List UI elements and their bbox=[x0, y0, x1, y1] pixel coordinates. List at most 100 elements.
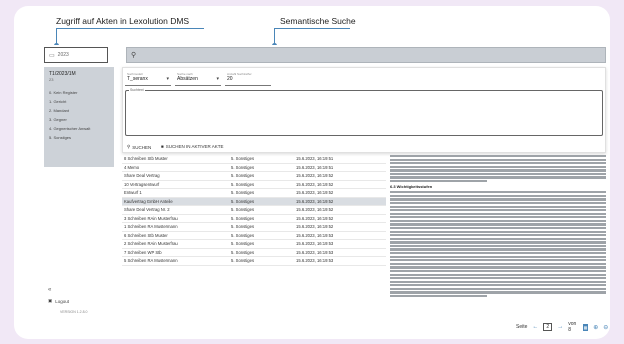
row-register: 5. Sonstiges bbox=[231, 241, 255, 247]
row-register: 5. Sonstiges bbox=[231, 198, 255, 204]
app-window: ▭ 2023 ⚲ ⚲ T1/2023/1M 23 0. Kein Registe… bbox=[34, 45, 610, 333]
chevron-down-icon: ▾ bbox=[216, 76, 219, 82]
text-line bbox=[390, 259, 606, 262]
table-row[interactable]: Entwurf 1 5. Sonstiges 15.6.2023, 16:19:52 bbox=[122, 189, 386, 198]
sidebar-item-none[interactable]: 0. Kein Register bbox=[49, 88, 109, 97]
file-selector[interactable]: ▭ 2023 bbox=[44, 47, 108, 63]
search-button-label: SUCHEN bbox=[132, 144, 152, 150]
grid-view-icon[interactable]: ▦ bbox=[582, 323, 589, 331]
table-row[interactable]: 3 Schreiben RAin Musterfrau 5. Sonstiges 1… bbox=[122, 215, 386, 223]
row-register: 5. Sonstiges bbox=[231, 249, 255, 255]
row-date: 15.6.2023, 16:19:53 bbox=[296, 232, 334, 238]
table-row[interactable]: 7 Schreiben WP Stb 5. Sonstiges 15.6.2023,… bbox=[122, 249, 386, 257]
text-line bbox=[390, 234, 606, 237]
text-line bbox=[390, 176, 606, 179]
document-table: 8 Schreiben Stb Muster 5. Sonstiges 15.6.2… bbox=[122, 155, 386, 266]
arrow-left-icon[interactable]: ← bbox=[532, 324, 538, 330]
file-selector-value: 2023 bbox=[57, 52, 69, 58]
annotation-semantic-search: Semantische Suche bbox=[280, 16, 356, 26]
table-row[interactable]: 10 Vertragsentwurf 5. Sonstiges 15.6.2023,… bbox=[122, 181, 386, 189]
search-active-file-label: SUCHEN IN AKTIVER AKTE bbox=[165, 144, 224, 149]
page-input[interactable]: 2 bbox=[543, 323, 553, 331]
row-title: Entwurf 1 bbox=[124, 190, 142, 196]
row-title: Share Deal Vertrag Nr. 2 bbox=[124, 207, 170, 213]
text-line bbox=[390, 280, 606, 283]
table-row[interactable]: Kaufvertrag GmbH Anteile 5. Sonstiges 15.6… bbox=[122, 197, 386, 206]
table-row[interactable]: 8 Schreiben Stb Muster 5. Sonstiges 15.6.2… bbox=[122, 155, 386, 164]
hit-count-value: 20 bbox=[227, 76, 233, 82]
row-register: 5. Sonstiges bbox=[231, 224, 255, 230]
sidebar-item-misc[interactable]: 5. Sonstiges bbox=[49, 133, 109, 142]
semantic-search-bar[interactable]: ⚲ bbox=[126, 47, 606, 63]
row-title: Share Deal Vertrag bbox=[124, 173, 160, 179]
version-label: VERSION 1.2.8.0 bbox=[60, 310, 88, 314]
search-active-file-button[interactable]: ■ SUCHEN IN AKTIVER AKTE bbox=[161, 144, 223, 149]
sidebar-footer: « ▣ Logout VERSION 1.2.8.0 bbox=[44, 287, 114, 314]
zoom-in-icon[interactable]: ⊕ bbox=[593, 324, 598, 331]
text-line bbox=[390, 205, 606, 208]
row-register: 5. Sonstiges bbox=[231, 207, 255, 213]
logout-icon: ▣ bbox=[48, 298, 53, 303]
table-row[interactable]: Share Deal Vertrag 5. Sonstiges 15.6.2023,… bbox=[122, 172, 386, 181]
row-date: 15.6.2023, 16:19:52 bbox=[296, 190, 334, 196]
annotation-stem-left bbox=[56, 28, 57, 44]
file-icon: ■ bbox=[161, 144, 164, 149]
text-line bbox=[390, 219, 606, 223]
main-content: Suchmodell T_seranx ▾ Suche nach Absätze… bbox=[120, 67, 610, 333]
text-line bbox=[390, 212, 606, 215]
text-line bbox=[390, 291, 606, 294]
row-register: 5. Sonstiges bbox=[231, 164, 255, 170]
sidebar-item-opponent[interactable]: 3. Gegner bbox=[49, 115, 109, 124]
text-line bbox=[390, 230, 606, 233]
search-by-select[interactable]: Suche nach Absätzen ▾ bbox=[175, 72, 221, 86]
table-row[interactable]: 2 Schreiben RAin Musterfrau 5. Sonstiges 1… bbox=[122, 240, 386, 249]
annotation-underline-right bbox=[274, 28, 350, 29]
search-by-select-value: Absätzen bbox=[177, 76, 198, 82]
search-icon: ⚲ bbox=[127, 144, 131, 149]
row-register: 5. Sonstiges bbox=[231, 215, 255, 221]
sidebar-item-court[interactable]: 1. Gericht bbox=[49, 97, 109, 106]
text-line bbox=[390, 223, 606, 226]
row-date: 15.6.2023, 16:19:52 bbox=[296, 198, 334, 204]
row-title: 3 Schreiben RAin Musterfrau bbox=[124, 215, 178, 221]
search-panel: Suchmodell T_seranx ▾ Suche nach Absätze… bbox=[122, 67, 606, 153]
table-row[interactable]: 5 Schreiben RA Mustermann 5. Sonstiges 15.… bbox=[122, 257, 386, 266]
row-date: 15.6.2023, 16:19:52 bbox=[296, 215, 334, 221]
row-date: 15.6.2023, 16:19:53 bbox=[296, 241, 334, 247]
row-title: 2 Schreiben RAin Musterfrau bbox=[124, 241, 178, 247]
collapse-icon[interactable]: « bbox=[48, 287, 114, 293]
text-line bbox=[390, 284, 606, 287]
table-row[interactable]: 1 Schreiben RA Mustermann 5. Sonstiges 15.… bbox=[122, 223, 386, 232]
text-line bbox=[390, 165, 606, 168]
model-select[interactable]: Suchmodell T_seranx ▾ bbox=[125, 72, 171, 86]
text-line bbox=[390, 194, 606, 197]
row-register: 5. Sonstiges bbox=[231, 181, 255, 187]
search-button[interactable]: ⚲ SUCHEN bbox=[127, 144, 151, 150]
text-line bbox=[390, 172, 606, 176]
text-line bbox=[390, 266, 606, 269]
top-bar: ▭ 2023 ⚲ ⚲ bbox=[34, 47, 610, 64]
text-line bbox=[390, 169, 606, 172]
table-row[interactable]: 4 Memo 5. Sonstiges 15.6.2023, 16:19:51 bbox=[122, 164, 386, 172]
frame: Zugriff auf Akten in Lexolution DMS Sema… bbox=[14, 6, 610, 339]
text-line bbox=[390, 201, 606, 205]
text-line bbox=[390, 252, 606, 255]
text-line bbox=[390, 262, 606, 265]
arrow-right-icon[interactable]: → bbox=[557, 324, 563, 330]
text-line bbox=[390, 155, 606, 158]
search-text-label: Suchtext bbox=[129, 88, 145, 92]
text-line bbox=[390, 180, 488, 183]
sidebar-item-opposing-counsel[interactable]: 4. Gegnerischer Anwalt bbox=[49, 124, 109, 133]
logout-button[interactable]: ▣ Logout bbox=[48, 298, 114, 304]
sidebar-item-client[interactable]: 2. Mandant bbox=[49, 106, 109, 115]
text-line bbox=[390, 227, 606, 230]
zoom-out-icon[interactable]: ⊖ bbox=[603, 324, 608, 331]
row-title: 5 Schreiben RA Mustermann bbox=[124, 258, 178, 264]
search-text-area[interactable]: Suchtext bbox=[125, 88, 603, 136]
table-row[interactable]: Share Deal Vertrag Nr. 2 5. Sonstiges 15.6… bbox=[122, 206, 386, 215]
text-line bbox=[390, 158, 606, 161]
hit-count-input[interactable]: Anzahl Suchtreffer 20 bbox=[225, 72, 271, 86]
table-row[interactable]: 6 Schreiben Stb Muster 5. Sonstiges 15.6.2… bbox=[122, 232, 386, 240]
logout-label: Logout bbox=[55, 298, 70, 304]
row-date: 15.6.2023, 16:19:52 bbox=[296, 224, 334, 230]
